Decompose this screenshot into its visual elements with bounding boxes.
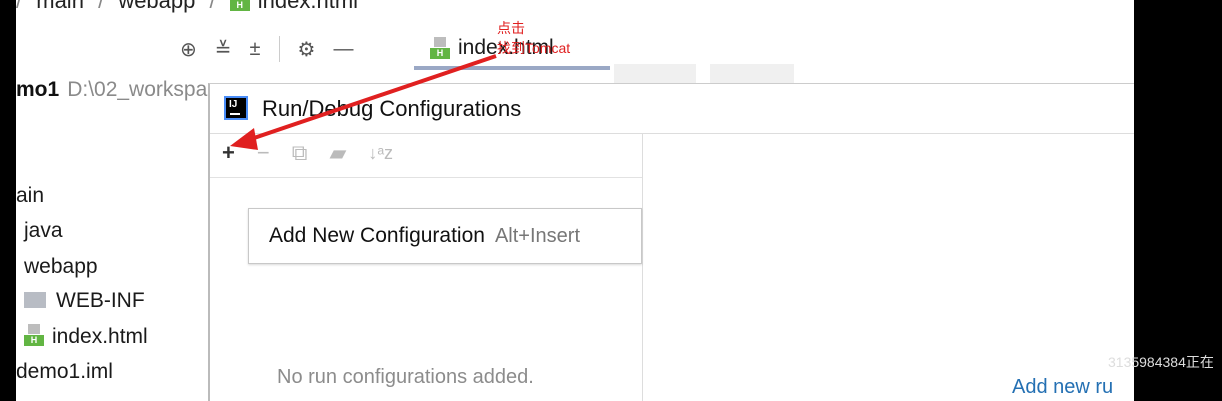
watermark-text: 3135984384正在 [1108, 354, 1214, 370]
annotation-line-1: 点击 [497, 20, 525, 36]
annotation-text: 点击 找到Tomcat [497, 18, 570, 58]
annotation-arrow [230, 54, 497, 150]
annotation-line-2: 找到Tomcat [497, 40, 571, 56]
